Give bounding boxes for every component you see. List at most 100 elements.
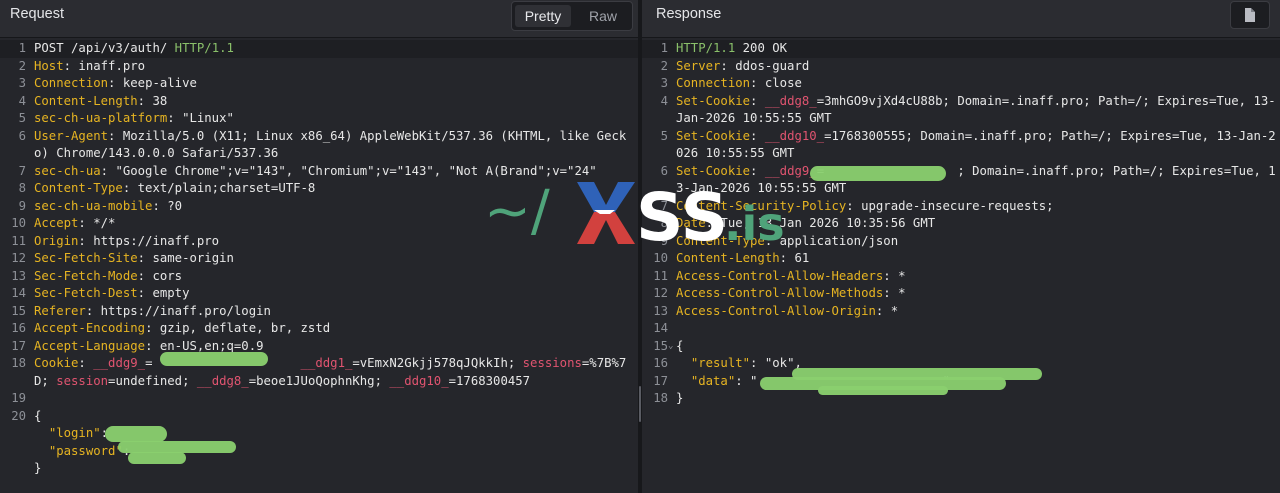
- code-token: sec-ch-ua-platform: [34, 111, 168, 125]
- line-content: [676, 320, 1280, 338]
- code-token: : https://inaff.pro: [78, 233, 220, 248]
- line-number: 3: [18, 76, 26, 90]
- code-line: 19: [0, 390, 638, 408]
- code-line: "login":: [0, 425, 638, 443]
- code-token: Connection: [676, 76, 751, 90]
- code-line: 4 Set-Cookie: __ddg8_=3mhGO9vjXd4cU88b; D…: [642, 93, 1280, 128]
- request-editor[interactable]: 1 POST /api/v3/auth/ HTTP/1.1 2 Host: inaff…: [0, 40, 638, 478]
- line-content: POST /api/v3/auth/ HTTP/1.1: [34, 40, 638, 58]
- line-content: Access-Control-Allow-Methods: *: [676, 285, 1280, 303]
- code-line: 2 Host: inaff.pro: [0, 58, 638, 76]
- code-token: User-Agent: [34, 128, 109, 143]
- line-content: Content-Length: 38: [34, 93, 638, 111]
- line-content: HTTP/1.1 200 OK: [676, 40, 1280, 58]
- line-number: 17: [653, 373, 668, 388]
- code-token: Origin: [34, 233, 79, 248]
- code-token: POST /api/v3/auth/: [34, 41, 175, 55]
- code-line: }: [0, 460, 638, 478]
- code-token: :: [78, 356, 94, 370]
- code-token: __ddg8_: [764, 93, 817, 108]
- line-content: Set-Cookie: __ddg8_=3mhGO9vjXd4cU88b; Do…: [676, 93, 1280, 128]
- line-number: 11: [11, 233, 26, 248]
- line-number: 9: [18, 198, 26, 213]
- code-token: : ddos-guard: [720, 58, 810, 73]
- line-content: Access-Control-Allow-Origin: *: [676, 303, 1280, 321]
- line-content: {: [34, 408, 638, 426]
- line-number: 10: [653, 251, 668, 265]
- code-line: 4 Content-Length: 38: [0, 93, 638, 111]
- code-token: Sec-Fetch-Mode: [34, 268, 138, 283]
- code-token: : en-US,en;q=0.9: [145, 338, 264, 353]
- code-token: __ddg9_: [93, 356, 146, 370]
- line-content: Host: inaff.pro: [34, 58, 638, 76]
- line-number: 1: [18, 41, 26, 55]
- code-token: Access-Control-Allow-Headers: [676, 268, 884, 283]
- code-token: : 61: [779, 251, 810, 265]
- code-token: : same-origin: [137, 251, 234, 265]
- document-icon: [1245, 8, 1255, 22]
- line-number: 16: [653, 356, 668, 370]
- line-number: 14: [11, 286, 26, 300]
- code-token: Access-Control-Allow-Methods: [676, 286, 884, 300]
- code-token: : cors: [137, 268, 183, 283]
- code-line: 11 Access-Control-Allow-Headers: *: [642, 268, 1280, 286]
- redaction-mark: [105, 426, 167, 442]
- code-token: "password": [34, 443, 123, 458]
- code-token: {: [34, 408, 42, 423]
- line-content: Connection: keep-alive: [34, 75, 638, 93]
- divider-grip[interactable]: [639, 386, 641, 422]
- code-token: =vEmxN2Gkjj578qJQkkIh;: [352, 356, 523, 370]
- code-token: }: [676, 391, 684, 405]
- code-token: =beoe1JUoQophnKhg;: [248, 373, 390, 388]
- http-message-viewer: Request Pretty Raw 1 POST /api/v3/auth/ H…: [0, 0, 1280, 493]
- line-content: {: [676, 338, 1280, 356]
- watermark-ss: SS: [636, 179, 728, 252]
- code-token: : *: [883, 286, 906, 300]
- line-content: }: [676, 390, 1280, 408]
- line-content: [34, 390, 638, 408]
- code-token: : close: [750, 76, 802, 90]
- request-title: Request: [10, 6, 65, 22]
- document-button[interactable]: [1230, 1, 1270, 29]
- code-token: }: [34, 461, 42, 475]
- code-token: Host: [34, 58, 64, 73]
- code-token: Accept: [34, 216, 79, 230]
- code-token: Accept-Language: [34, 338, 146, 353]
- code-line: 1 POST /api/v3/auth/ HTTP/1.1: [0, 40, 638, 58]
- code-token: "data": [676, 373, 736, 388]
- line-content: Accept-Encoding: gzip, deflate, br, zstd: [34, 320, 638, 338]
- code-token: "result": [676, 356, 751, 370]
- line-number: 7: [18, 163, 26, 178]
- code-token: session: [56, 373, 109, 388]
- code-line: 14: [642, 320, 1280, 338]
- pretty-view-button[interactable]: Pretty: [515, 5, 571, 27]
- line-number: 3: [660, 76, 668, 90]
- code-token: : 38: [137, 93, 168, 108]
- code-token: Connection: [34, 76, 109, 90]
- line-number: 12: [11, 251, 26, 265]
- code-token: Set-Cookie: [676, 93, 751, 108]
- line-number: 14: [653, 321, 668, 335]
- line-number: 1: [660, 41, 668, 55]
- code-line: 13 Sec-Fetch-Mode: cors: [0, 268, 638, 286]
- line-number: 10: [11, 216, 26, 230]
- code-line: 13 Access-Control-Allow-Origin: *: [642, 303, 1280, 321]
- code-line: 14 Sec-Fetch-Dest: empty: [0, 285, 638, 303]
- code-token: __ddg1_: [300, 356, 353, 370]
- line-number: 13: [653, 303, 668, 318]
- view-mode-toggle[interactable]: Pretty Raw: [511, 1, 633, 31]
- code-token: : keep-alive: [108, 76, 197, 90]
- line-number: 5: [18, 111, 26, 125]
- redaction-mark: [160, 352, 268, 366]
- line-content: sec-ch-ua-platform: "Linux": [34, 110, 638, 128]
- code-token: sessions: [522, 356, 582, 370]
- raw-view-button[interactable]: Raw: [578, 5, 628, 27]
- line-number: 12: [653, 286, 668, 300]
- watermark-prefix: ~/: [484, 179, 550, 244]
- line-number: 15: [11, 303, 26, 318]
- code-token: : "Linux": [167, 111, 234, 125]
- watermark-suffix: .is: [724, 197, 785, 251]
- line-number: 6: [18, 128, 26, 143]
- line-number: [0, 460, 34, 478]
- line-content: Sec-Fetch-Mode: cors: [34, 268, 638, 286]
